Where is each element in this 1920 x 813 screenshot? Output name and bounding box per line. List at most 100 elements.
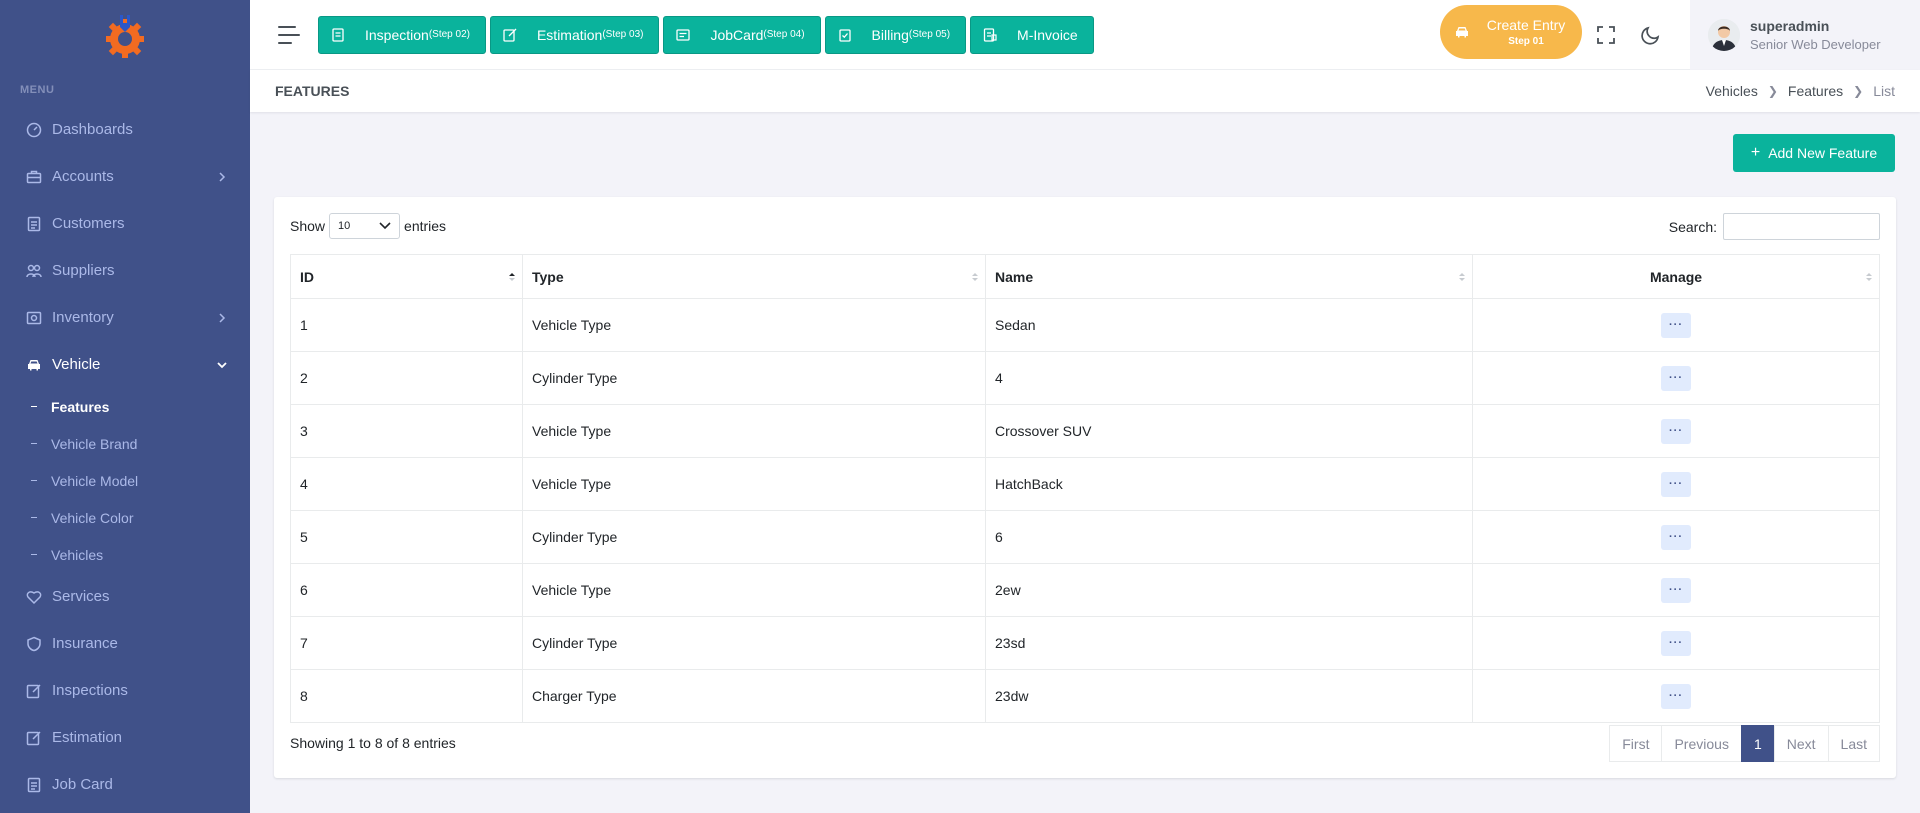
step-label: Inspection [365, 26, 429, 43]
breadcrumb-features[interactable]: Features [1788, 83, 1843, 99]
sidebar-subitem-vehicle-model[interactable]: Vehicle Model [0, 462, 250, 499]
sidebar-item-label: Customers [52, 215, 125, 232]
sidebar-subitem-label: Vehicle Color [51, 509, 134, 526]
billing-step-button[interactable]: Billing (Step 05) [824, 15, 967, 54]
cell-name: 23sd [985, 616, 1473, 670]
sidebar-subitem-label: Vehicles [51, 546, 104, 563]
sidebar-item-estimation[interactable]: Estimation [0, 714, 250, 761]
sidebar-item-label: Job Card [52, 776, 113, 793]
manage-menu-button[interactable]: ··· [1661, 683, 1691, 709]
search-input[interactable] [1723, 213, 1880, 240]
cell-name: 4 [985, 351, 1473, 405]
file-icon [332, 27, 344, 42]
cell-manage: ··· [1472, 510, 1880, 564]
column-header-id[interactable]: ID [290, 254, 523, 299]
user-profile[interactable]: superadmin Senior Web Developer [1690, 0, 1920, 70]
sidebar-item-inventory[interactable]: Inventory [0, 294, 250, 341]
sidebar-item-label: Accounts [52, 168, 114, 185]
column-label: ID [300, 268, 314, 285]
create-entry-button[interactable]: Create Entry Step 01 [1440, 5, 1582, 59]
chevron-right-icon: ❯ [1853, 84, 1864, 98]
topbar: Inspection (Step 02) Estimation (Step 03) … [250, 0, 1920, 70]
pagination-previous[interactable]: Previous [1661, 725, 1742, 762]
table-row: 2 Cylinder Type 4 ··· [290, 351, 1880, 405]
estimation-step-button[interactable]: Estimation (Step 03) [489, 15, 660, 54]
table-row: 7 Cylinder Type 23sd ··· [290, 616, 1880, 670]
inventory-icon [25, 309, 43, 327]
cell-type: Vehicle Type [522, 298, 986, 352]
briefcase-icon [25, 168, 43, 186]
pagination-next[interactable]: Next [1773, 725, 1829, 762]
page-length-value: 10 [338, 220, 351, 232]
cell-manage: ··· [1472, 563, 1880, 617]
cell-id: 7 [290, 616, 523, 670]
cell-manage: ··· [1472, 298, 1880, 352]
manage-menu-button[interactable]: ··· [1661, 312, 1691, 338]
column-header-type[interactable]: Type [522, 254, 986, 299]
sidebar-item-inspections[interactable]: Inspections [0, 667, 250, 714]
moon-icon[interactable] [1641, 25, 1661, 45]
sidebar-item-accounts[interactable]: Accounts [0, 153, 250, 200]
sidebar-item-insurance[interactable]: Insurance [0, 620, 250, 667]
file-icon [25, 776, 43, 794]
edit-icon [25, 682, 43, 700]
manage-menu-button[interactable]: ··· [1661, 365, 1691, 391]
chevron-right-icon [219, 171, 226, 182]
sidebar-item-label: Vehicle [52, 356, 101, 373]
sidebar-item-customers[interactable]: Customers [0, 200, 250, 247]
sidebar-item-job-card[interactable]: Job Card [0, 761, 250, 808]
cell-type: Vehicle Type [522, 563, 986, 617]
add-new-feature-button[interactable]: + Add New Feature [1733, 134, 1895, 172]
sidebar-item-label: Insurance [52, 635, 118, 652]
step-number: (Step 03) [602, 29, 644, 40]
hamburger-menu-icon[interactable] [278, 25, 302, 44]
app-logo[interactable] [0, 0, 250, 72]
manage-menu-button[interactable]: ··· [1661, 630, 1691, 656]
manage-menu-button[interactable]: ··· [1661, 524, 1691, 550]
pagination-first[interactable]: First [1609, 725, 1663, 762]
page-length-select[interactable]: 10 [329, 213, 401, 239]
cell-type: Vehicle Type [522, 404, 986, 458]
sidebar-subitem-features[interactable]: Features [0, 388, 250, 425]
features-card: Show 10 entries Search: ID Type Name Man… [274, 197, 1896, 778]
pagination-page-1[interactable]: 1 [1740, 725, 1775, 762]
show-label: Show [290, 218, 326, 234]
table-row: 8 Charger Type 23dw ··· [290, 669, 1880, 723]
cell-manage: ··· [1472, 351, 1880, 405]
cell-type: Charger Type [522, 669, 986, 723]
features-table: ID Type Name Manage 1 Vehicle Type Sedan ··… [290, 254, 1880, 723]
sidebar-subitem-vehicle-color[interactable]: Vehicle Color [0, 499, 250, 536]
pagination-last[interactable]: Last [1827, 725, 1880, 762]
breadcrumb-vehicles[interactable]: Vehicles [1706, 83, 1758, 99]
step-number: (Step 05) [908, 29, 951, 40]
column-header-manage[interactable]: Manage [1472, 254, 1880, 299]
jobcard-step-button[interactable]: JobCard (Step 04) [663, 15, 821, 54]
chevron-right-icon: ❯ [1767, 84, 1778, 98]
column-header-name[interactable]: Name [985, 254, 1473, 299]
fullscreen-icon[interactable] [1596, 25, 1616, 45]
column-label: Manage [1649, 268, 1703, 285]
inspection-step-button[interactable]: Inspection (Step 02) [318, 15, 486, 54]
cell-manage: ··· [1472, 669, 1880, 723]
sidebar-subitem-vehicles[interactable]: Vehicles [0, 536, 250, 573]
sort-asc-icon [509, 273, 515, 281]
step-label: JobCard [710, 26, 764, 43]
sidebar-item-vehicle[interactable]: Vehicle [0, 341, 250, 388]
sidebar-subitem-vehicle-brand[interactable]: Vehicle Brand [0, 425, 250, 462]
table-header-row: ID Type Name Manage [290, 254, 1880, 299]
entries-label: entries [404, 218, 447, 234]
m-invoice-button[interactable]: M-Invoice [970, 15, 1094, 54]
manage-menu-button[interactable]: ··· [1661, 577, 1691, 603]
cell-type: Vehicle Type [522, 457, 986, 511]
cell-type: Cylinder Type [522, 351, 986, 405]
sidebar-item-label: Services [52, 588, 110, 605]
table-search: Search: [1669, 213, 1880, 240]
column-label: Type [532, 268, 564, 285]
manage-menu-button[interactable]: ··· [1661, 471, 1691, 497]
plus-icon: + [1750, 144, 1761, 161]
manage-menu-button[interactable]: ··· [1661, 418, 1691, 444]
sidebar-subitem-label: Vehicle Brand [51, 435, 138, 452]
sidebar-item-dashboards[interactable]: Dashboards [0, 106, 250, 153]
sidebar-item-services[interactable]: Services [0, 573, 250, 620]
sidebar-item-suppliers[interactable]: Suppliers [0, 247, 250, 294]
